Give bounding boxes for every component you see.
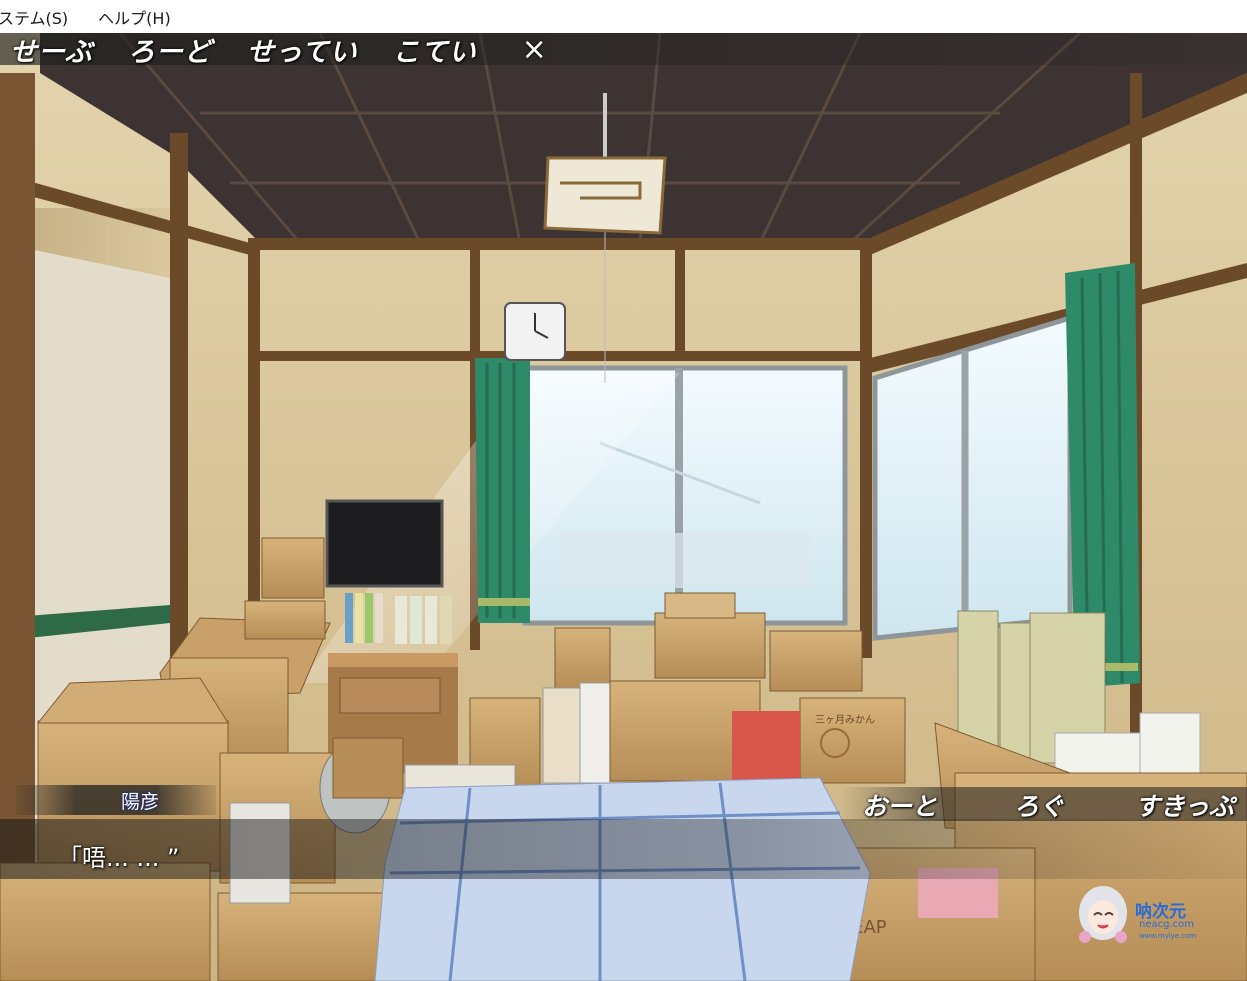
load-button[interactable]: ろーど <box>128 33 212 69</box>
watermark-url-secondary: www.mylye.com <box>1139 932 1197 940</box>
settings-button[interactable]: せってい <box>247 33 358 69</box>
menu-help[interactable]: ヘルプ(H) <box>94 3 175 31</box>
fix-window-button[interactable]: こてい <box>393 33 477 69</box>
speaker-name: 陽彦 <box>121 791 160 813</box>
close-icon[interactable]: × <box>522 33 547 67</box>
menu-system[interactable]: ステム(S) <box>0 3 72 31</box>
window-menubar: ステム(S) ヘルプ(H) <box>0 0 1247 33</box>
dialogue-box[interactable] <box>0 819 1247 879</box>
game-viewport: CHEAP 三ヶ月みかん せーぶ ろーど せってい こてい × 陽彦 「唔...… <box>0 33 1247 981</box>
mascot-icon <box>1079 886 1127 943</box>
watermark-url: neacg.com <box>1139 919 1194 930</box>
game-top-menu: せーぶ ろーど せってい こてい × <box>0 33 1247 68</box>
box-label-mikan: 三ヶ月みかん <box>815 714 875 726</box>
watermark-logo: 呐次元 neacg.com www.mylye.com <box>1073 883 1213 953</box>
auto-button[interactable]: おーと <box>862 787 937 823</box>
dialogue-text: 「唔... ... ” <box>58 844 180 872</box>
skip-button[interactable]: すきっぷ <box>1135 787 1234 823</box>
save-button[interactable]: せーぶ <box>10 33 93 69</box>
log-button[interactable]: ろぐ <box>1014 787 1064 823</box>
speaker-nameplate: 陽彦 <box>16 785 216 815</box>
